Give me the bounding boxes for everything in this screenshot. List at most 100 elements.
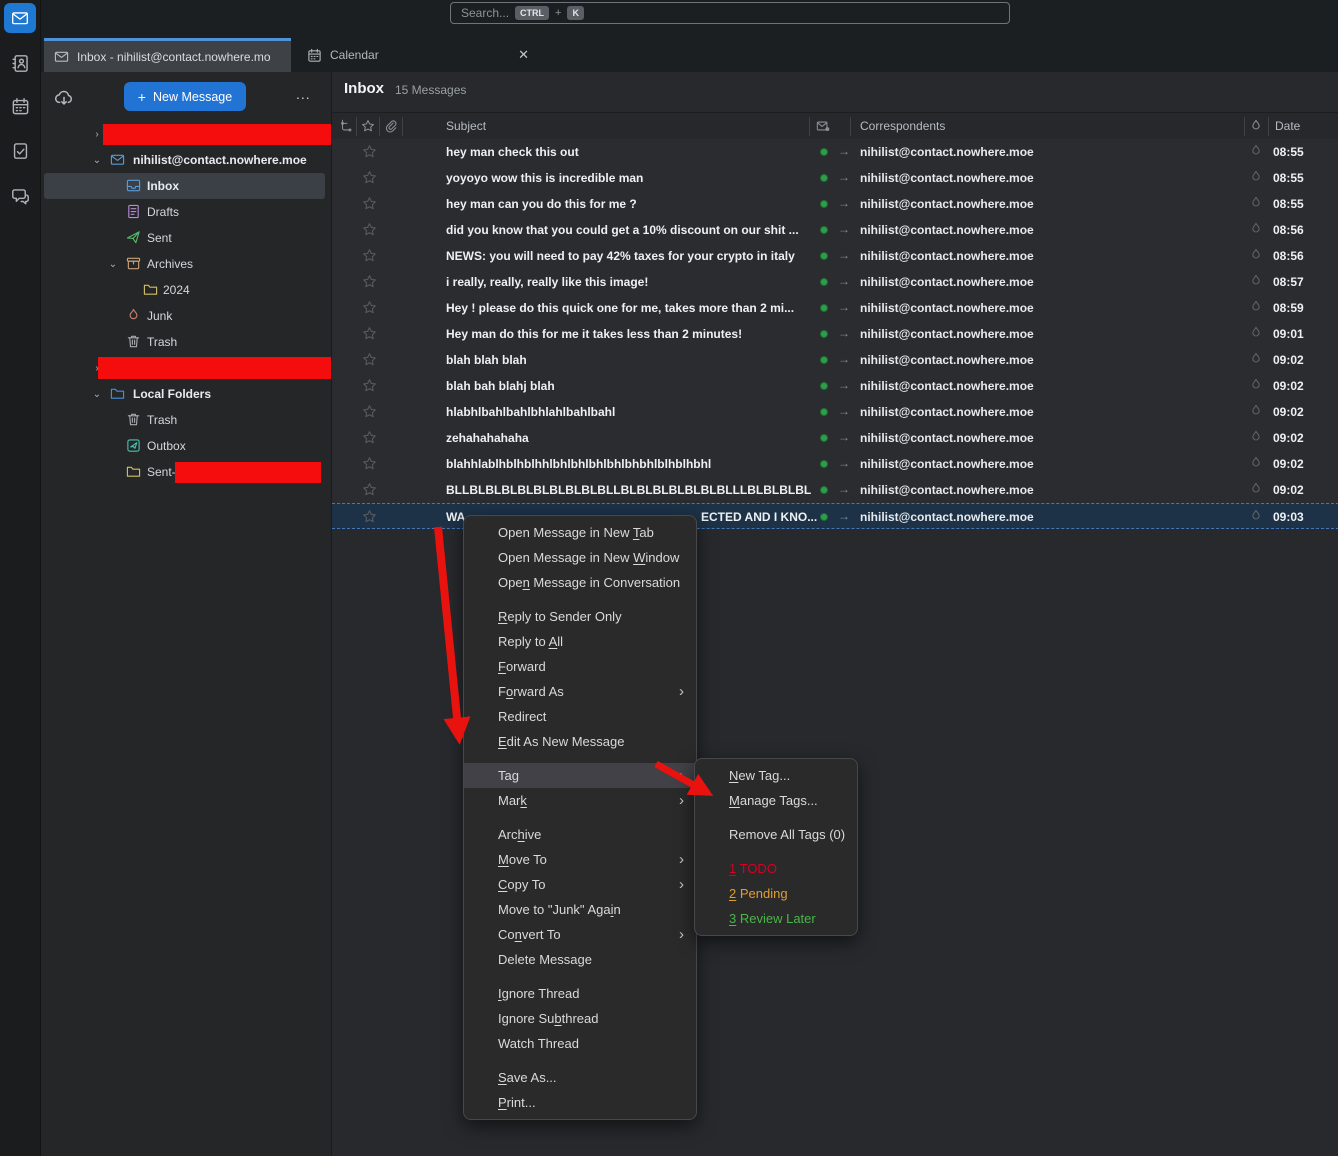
message-row[interactable]: hlabhlbahlbahlbhlahlbahlbahl→nihilist@co… [332,399,1338,425]
mail-space-button[interactable] [4,3,36,33]
junk-flame-icon[interactable] [1249,326,1263,340]
junk-flame-icon[interactable] [1249,222,1263,236]
folder-row-junk[interactable]: Junk [40,303,331,329]
message-row[interactable]: yoyoyo wow this is incredible man→nihili… [332,165,1338,191]
star-icon[interactable] [362,170,377,185]
menu-item-edit-as-new-message[interactable]: Edit As New Message [464,729,696,754]
menu-item-manage-tags[interactable]: Manage Tags... [695,788,857,813]
star-icon[interactable] [362,378,377,393]
folder-row-redacted[interactable]: › [40,121,331,147]
junk-flame-icon[interactable] [1249,170,1263,184]
folder-row-sent[interactable]: Sent [40,225,331,251]
junk-flame-icon[interactable] [1249,378,1263,392]
message-row[interactable]: hey man check this out→nihilist@contact.… [332,139,1338,165]
calendar-space-button[interactable] [4,91,36,121]
menu-item-move-to-junk-again[interactable]: Move to "Junk" Again [464,897,696,922]
junk-flame-icon[interactable] [1249,509,1263,523]
junk-flame-icon[interactable] [1249,430,1263,444]
menu-item-mark[interactable]: Mark› [464,788,696,813]
message-status-column-icon[interactable] [816,119,830,133]
folder-row-local-folders[interactable]: ⌄Local Folders [40,381,331,407]
unread-status-dot[interactable] [820,304,828,312]
chevron-right-icon[interactable]: › [92,129,102,140]
unread-status-dot[interactable] [820,460,828,468]
folder-row-redacted[interactable]: › [40,355,331,381]
folder-row-sent-[interactable]: Sent- [40,459,331,485]
folder-row-outbox[interactable]: Outbox [40,433,331,459]
unread-status-dot[interactable] [820,200,828,208]
menu-item-ignore-subthread[interactable]: Ignore Subthread [464,1006,696,1031]
message-row[interactable]: BLLBLBLBLBLBLBLBLBLBLLBLBLBLBLBLBLBLLLBL… [332,477,1338,503]
message-row[interactable]: blahhlablhblhblhhlbhlbhlbhlbhlbhbhlblhbl… [332,451,1338,477]
junk-column-icon[interactable] [1249,119,1263,133]
star-icon[interactable] [362,248,377,263]
message-row[interactable]: Hey ! please do this quick one for me, t… [332,295,1338,321]
date-column-header[interactable]: Date [1275,119,1300,133]
menu-item-reply-to-all[interactable]: Reply to All [464,629,696,654]
chevron-down-icon[interactable]: ⌄ [92,389,102,400]
address-book-space-button[interactable] [4,48,36,78]
folder-row-inbox[interactable]: Inbox15 [40,173,331,199]
menu-item-archive[interactable]: Archive [464,822,696,847]
menu-item-forward-as[interactable]: Forward As› [464,679,696,704]
menu-item-watch-thread[interactable]: Watch Thread [464,1031,696,1056]
tasks-space-button[interactable] [4,135,36,165]
unread-status-dot[interactable] [820,330,828,338]
chevron-down-icon[interactable]: ⌄ [108,259,118,270]
menu-item-print[interactable]: Print... [464,1090,696,1115]
menu-item-ignore-thread[interactable]: Ignore Thread [464,981,696,1006]
junk-flame-icon[interactable] [1249,482,1263,496]
menu-item-copy-to[interactable]: Copy To› [464,872,696,897]
unread-status-dot[interactable] [820,408,828,416]
junk-flame-icon[interactable] [1249,144,1263,158]
star-icon[interactable] [362,144,377,159]
message-row[interactable]: blah bah blahj blah→nihilist@contact.now… [332,373,1338,399]
message-row[interactable]: hey man can you do this for me ?→nihilis… [332,191,1338,217]
message-row[interactable]: zehahahahaha→nihilist@contact.nowhere.mo… [332,425,1338,451]
star-icon[interactable] [362,352,377,367]
star-icon[interactable] [362,482,377,497]
star-icon[interactable] [362,274,377,289]
unread-status-dot[interactable] [820,486,828,494]
message-row[interactable]: blah blah blah→nihilist@contact.nowhere.… [332,347,1338,373]
unread-status-dot[interactable] [820,252,828,260]
menu-item-forward[interactable]: Forward [464,654,696,679]
message-row[interactable]: NEWS: you will need to pay 42% taxes for… [332,243,1338,269]
correspondents-column-header[interactable]: Correspondents [860,119,945,133]
junk-flame-icon[interactable] [1249,300,1263,314]
menu-item-tag[interactable]: Tag› [464,763,696,788]
menu-item-1-todo[interactable]: 1 TODO [695,856,857,881]
menu-item-remove-all-tags-0[interactable]: Remove All Tags (0) [695,822,857,847]
junk-flame-icon[interactable] [1249,456,1263,470]
menu-item-redirect[interactable]: Redirect [464,704,696,729]
unread-status-dot[interactable] [820,434,828,442]
star-icon[interactable] [362,222,377,237]
folder-row-2024[interactable]: 2024 [40,277,331,303]
unread-status-dot[interactable] [820,226,828,234]
star-icon[interactable] [362,196,377,211]
menu-item-2-pending[interactable]: 2 Pending [695,881,857,906]
folder-row-trash[interactable]: Trash [40,407,331,433]
junk-flame-icon[interactable] [1249,352,1263,366]
folder-row-trash[interactable]: Trash [40,329,331,355]
menu-item-move-to[interactable]: Move To› [464,847,696,872]
unread-status-dot[interactable] [820,148,828,156]
menu-item-open-message-in-conversation[interactable]: Open Message in Conversation [464,570,696,595]
star-icon[interactable] [362,430,377,445]
subject-column-header[interactable]: Subject [446,119,486,133]
attachment-column-icon[interactable] [384,119,398,133]
chevron-down-icon[interactable]: ⌄ [92,155,102,166]
message-row[interactable]: did you know that you could get a 10% di… [332,217,1338,243]
folder-row-archives[interactable]: ⌄Archives [40,251,331,277]
star-icon[interactable] [362,509,377,524]
menu-item-new-tag[interactable]: New Tag... [695,763,857,788]
star-icon[interactable] [362,456,377,471]
folder-row-nihilist-contact-nowhere-moe[interactable]: ⌄nihilist@contact.nowhere.moe [40,147,331,173]
menu-item-3-review-later[interactable]: 3 Review Later [695,906,857,931]
chat-space-button[interactable] [4,181,36,211]
unread-status-dot[interactable] [820,513,828,521]
menu-item-open-message-in-new-tab[interactable]: Open Message in New Tab [464,520,696,545]
thread-column-icon[interactable] [339,119,353,133]
message-row[interactable]: i really, really, really like this image… [332,269,1338,295]
global-search-input[interactable]: Search... CTRL + K [450,2,1010,24]
